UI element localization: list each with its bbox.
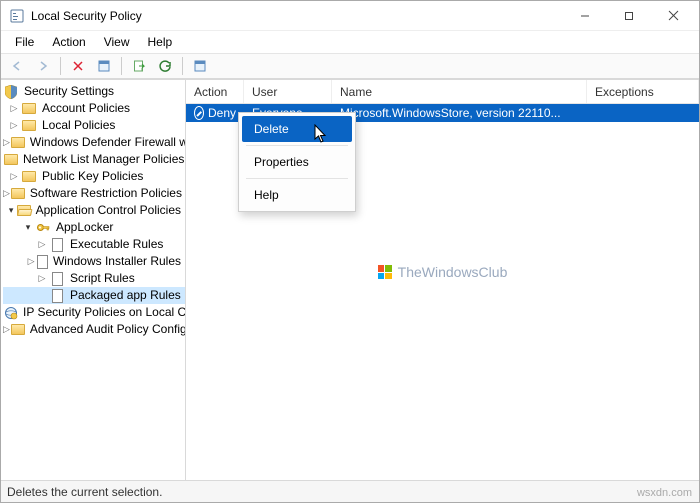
tree-acp[interactable]: ▾Application Control Policies — [3, 202, 185, 219]
col-action[interactable]: Action — [186, 80, 244, 103]
windows-logo-icon — [378, 265, 392, 279]
tree-pkp[interactable]: ▷Public Key Policies — [3, 168, 185, 185]
cursor-icon — [314, 124, 332, 144]
context-menu: Delete Properties Help — [238, 112, 356, 212]
export-button[interactable] — [127, 55, 151, 77]
col-user[interactable]: User — [244, 80, 332, 103]
tree-account[interactable]: ▷Account Policies — [3, 100, 185, 117]
window-title: Local Security Policy — [31, 9, 563, 23]
menu-action[interactable]: Action — [44, 33, 93, 51]
tree-aapc[interactable]: ▷Advanced Audit Policy Config — [3, 321, 185, 338]
ctx-properties[interactable]: Properties — [242, 149, 352, 175]
tree-applocker[interactable]: ▾AppLocker — [3, 219, 185, 236]
forward-button — [31, 55, 55, 77]
menu-file[interactable]: File — [7, 33, 42, 51]
doc-icon — [36, 255, 48, 269]
tree-pane[interactable]: Security Settings ▷Account Policies ▷Loc… — [1, 80, 186, 480]
ctx-help[interactable]: Help — [242, 182, 352, 208]
menubar: File Action View Help — [1, 31, 699, 53]
tree-wi[interactable]: ▷Windows Installer Rules — [3, 253, 185, 270]
tree-wdf[interactable]: ▷Windows Defender Firewall wit — [3, 134, 185, 151]
key-icon — [35, 221, 51, 235]
properties-button[interactable] — [92, 55, 116, 77]
source-watermark: wsxdn.com — [637, 487, 692, 499]
statusbar: Deletes the current selection. — [1, 480, 699, 502]
close-button[interactable] — [651, 2, 695, 30]
deny-icon — [194, 106, 204, 120]
ctx-delete[interactable]: Delete — [242, 116, 352, 142]
app-icon — [9, 8, 25, 24]
doc-icon — [49, 238, 65, 252]
list-pane: Action User Name Exceptions Deny Everyon… — [186, 80, 699, 480]
menu-help[interactable]: Help — [140, 33, 181, 51]
col-name[interactable]: Name — [332, 80, 587, 103]
list-header[interactable]: Action User Name Exceptions — [186, 80, 699, 104]
col-exceptions[interactable]: Exceptions — [587, 80, 699, 103]
tree-exec[interactable]: ▷Executable Rules — [3, 236, 185, 253]
doc-icon — [49, 289, 65, 303]
menu-view[interactable]: View — [96, 33, 138, 51]
doc-icon — [49, 272, 65, 286]
delete-button[interactable] — [66, 55, 90, 77]
tree-packaged[interactable]: Packaged app Rules — [3, 287, 185, 304]
back-button — [5, 55, 29, 77]
shield-icon — [3, 85, 19, 99]
brand-watermark: TheWindowsClub — [186, 264, 699, 280]
ipsec-icon — [4, 306, 18, 320]
tree-nlmp[interactable]: Network List Manager Policies — [3, 151, 185, 168]
minimize-button[interactable] — [563, 2, 607, 30]
tree-local[interactable]: ▷Local Policies — [3, 117, 185, 134]
tree-script[interactable]: ▷Script Rules — [3, 270, 185, 287]
maximize-button[interactable] — [607, 2, 651, 30]
tree-root[interactable]: Security Settings — [3, 83, 185, 100]
help-button[interactable] — [188, 55, 212, 77]
refresh-button[interactable] — [153, 55, 177, 77]
tree-srp[interactable]: ▷Software Restriction Policies — [3, 185, 185, 202]
tree-ipsec[interactable]: IP Security Policies on Local Co — [3, 304, 185, 321]
toolbar — [1, 53, 699, 79]
